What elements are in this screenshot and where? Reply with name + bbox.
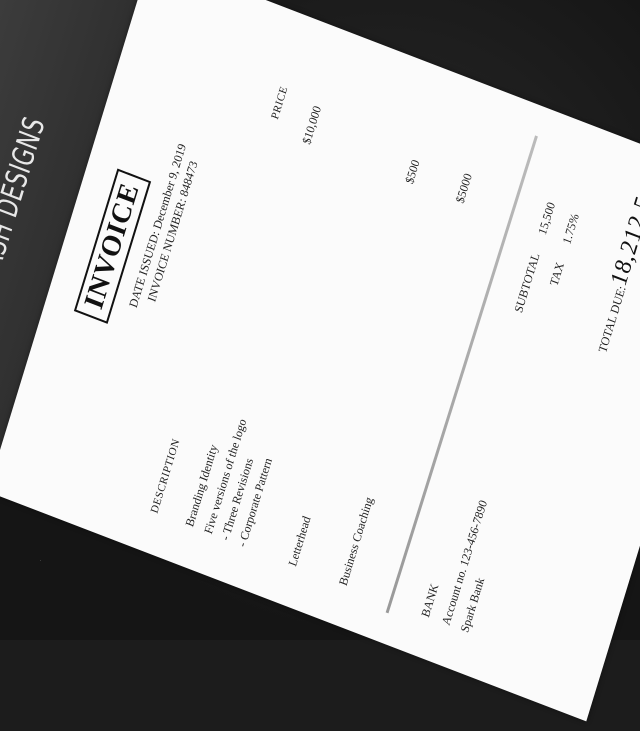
subtotal-value: 15,500	[535, 200, 558, 237]
background-speck	[40, 560, 41, 561]
line-item-price: $500	[402, 157, 423, 186]
bank-label: BANK	[418, 581, 442, 620]
line-item-price: $10,000	[299, 103, 324, 147]
total-due-value: 18,212.5	[606, 192, 640, 290]
tax-value: 1.75%	[559, 211, 582, 247]
line-item: Business Coaching	[335, 494, 376, 588]
total-due-label: TOTAL DUE:	[595, 283, 629, 355]
line-item-price: $5000	[452, 171, 475, 206]
line-item: Letterhead	[285, 514, 314, 569]
divider-line	[385, 135, 538, 614]
price-header: PRICE	[269, 84, 291, 122]
description-header: DESCRIPTION	[148, 437, 183, 516]
